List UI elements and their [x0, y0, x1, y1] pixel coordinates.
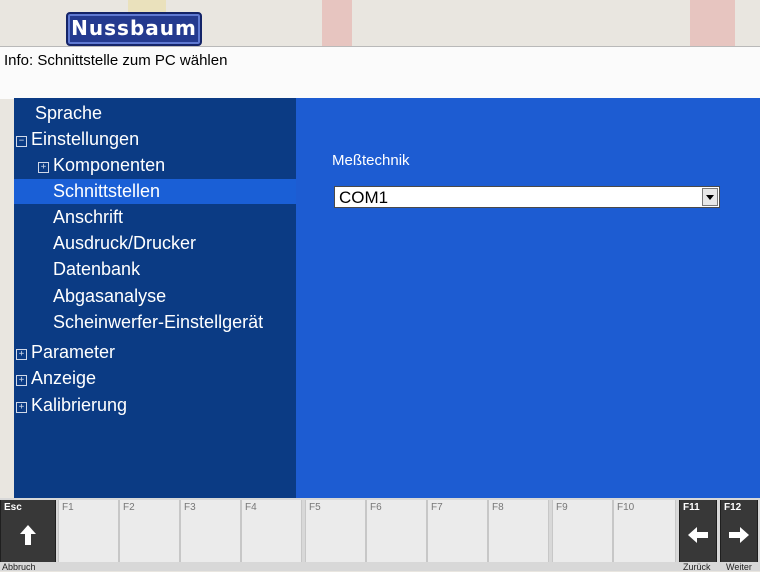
tree-item-kalibrierung[interactable]: + Kalibrierung: [14, 393, 298, 418]
tree-item-ausdruck-drucker[interactable]: Ausdruck/Drucker: [14, 231, 335, 256]
tree-item-sprache[interactable]: Sprache: [14, 101, 317, 126]
key-label: F12: [724, 502, 742, 513]
tree-item-label: Scheinwerfer-Einstellgerät: [53, 312, 264, 332]
messtechnik-label: Meßtechnik: [332, 152, 410, 169]
tree-item-label: Ausdruck/Drucker: [53, 233, 197, 253]
tree-item-label: Parameter: [31, 342, 116, 362]
f4-key[interactable]: F4: [241, 500, 302, 562]
settings-tree: Sprache − Einstellungen + Komponenten Schn…: [14, 98, 335, 498]
arrow-up-icon: [1, 520, 55, 550]
tree-item-label: Anschrift: [53, 207, 124, 227]
expand-toggle-icon[interactable]: +: [38, 162, 49, 173]
nussbaum-logo: Nussbaum: [66, 12, 202, 46]
key-label: F6: [370, 502, 382, 513]
expand-toggle-icon[interactable]: +: [16, 349, 27, 360]
app-window: Nussbaum Info: Schnittstelle zum PC wähl…: [0, 0, 760, 572]
collapse-toggle-icon[interactable]: −: [16, 136, 27, 147]
arrow-left-icon: [680, 520, 716, 550]
tree-item-komponenten[interactable]: + Komponenten: [14, 153, 320, 178]
f5-key[interactable]: F5: [305, 500, 366, 562]
esc-key[interactable]: Esc: [0, 500, 56, 562]
f8-key[interactable]: F8: [488, 500, 549, 562]
key-label: F7: [431, 502, 443, 513]
key-label: Esc: [4, 502, 22, 513]
settings-panel: Meßtechnik COM1: [296, 98, 760, 498]
key-label: F5: [309, 502, 321, 513]
logo-bar: Nussbaum: [0, 0, 760, 46]
key-label: F3: [184, 502, 196, 513]
tree-item-label: Kalibrierung: [31, 395, 128, 415]
tree-item-datenbank[interactable]: Datenbank: [14, 257, 335, 282]
tree-item-anschrift[interactable]: Anschrift: [14, 205, 335, 230]
tree-item-label: Datenbank: [53, 259, 141, 279]
f11-key[interactable]: F11: [679, 500, 717, 562]
key-label: F4: [245, 502, 257, 513]
tree-item-label: Abgasanalyse: [53, 286, 167, 306]
expand-toggle-icon[interactable]: +: [16, 402, 27, 413]
tree-item-scheinwerfer[interactable]: Scheinwerfer-Einstellgerät: [14, 310, 335, 335]
tree-item-anzeige[interactable]: + Anzeige: [14, 366, 298, 391]
tree-item-label: Sprache: [35, 103, 103, 123]
info-text: Info: Schnittstelle zum PC wählen: [4, 52, 228, 69]
function-key-bar: Esc F1 F2 F3 F4 F5 F6 F7 F8 F9 F10 F11 F…: [0, 498, 760, 572]
key-label: F11: [683, 502, 700, 513]
port-select-value: COM1: [339, 188, 389, 207]
f1-key[interactable]: F1: [58, 500, 119, 562]
f3-key[interactable]: F3: [180, 500, 241, 562]
f12-key[interactable]: F12: [720, 500, 758, 562]
port-select[interactable]: COM1: [334, 186, 720, 208]
key-label: F2: [123, 502, 135, 513]
key-label: F9: [556, 502, 568, 513]
key-label: F8: [492, 502, 504, 513]
tree-item-schnittstellen[interactable]: Schnittstellen: [14, 179, 335, 204]
tree-item-label: Komponenten: [53, 155, 166, 175]
tree-item-label: Schnittstellen: [53, 181, 161, 201]
key-label: F10: [617, 502, 635, 513]
tree-item-label: Anzeige: [31, 368, 97, 388]
tree-item-einstellungen[interactable]: − Einstellungen: [14, 127, 298, 152]
f10-key[interactable]: F10: [613, 500, 676, 562]
info-bar: Info: Schnittstelle zum PC wählen: [0, 46, 760, 99]
expand-toggle-icon[interactable]: +: [16, 375, 27, 386]
key-label: F1: [62, 502, 74, 513]
chevron-down-icon[interactable]: [702, 188, 718, 206]
f2-key[interactable]: F2: [119, 500, 180, 562]
f9-key[interactable]: F9: [552, 500, 613, 562]
f7-key[interactable]: F7: [427, 500, 488, 562]
arrow-right-icon: [721, 520, 757, 550]
f6-key[interactable]: F6: [366, 500, 427, 562]
tree-item-parameter[interactable]: + Parameter: [14, 340, 298, 365]
tree-item-label: Einstellungen: [31, 129, 140, 149]
tree-item-abgasanalyse[interactable]: Abgasanalyse: [14, 284, 335, 309]
